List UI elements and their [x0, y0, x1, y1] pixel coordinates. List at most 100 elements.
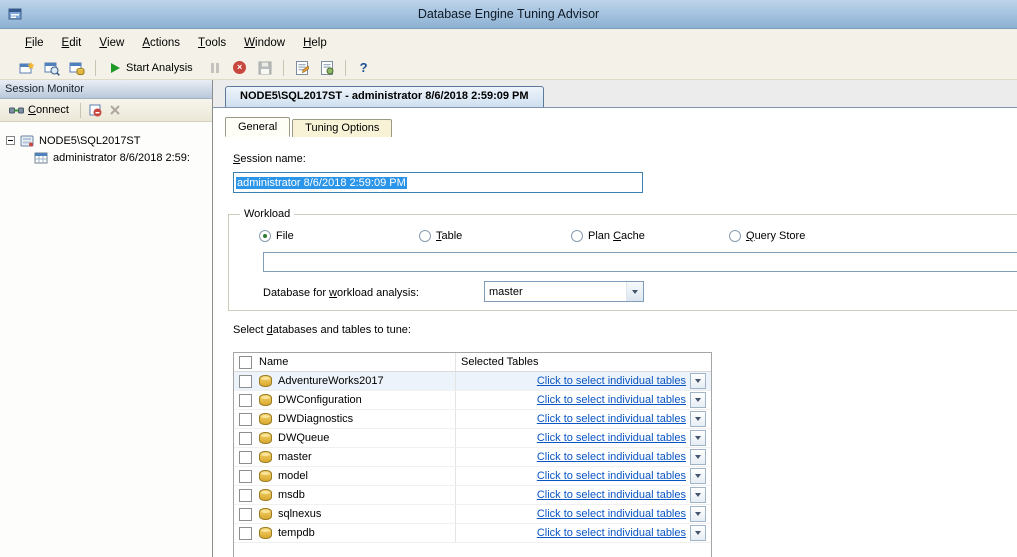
- menu-tools[interactable]: Tools: [189, 29, 235, 56]
- radio-selected-icon: [259, 230, 271, 242]
- collapse-expander-icon[interactable]: [6, 136, 15, 145]
- start-analysis-icon: [111, 63, 120, 73]
- start-analysis-button[interactable]: Start Analysis: [103, 58, 201, 78]
- menu-actions[interactable]: Actions: [133, 29, 189, 56]
- chevron-down-icon: [695, 379, 701, 383]
- table-row[interactable]: msdb Click to select individual tables: [234, 486, 711, 505]
- select-tables-link[interactable]: Click to select individual tables: [537, 508, 686, 520]
- workload-query-store-radio[interactable]: Query Store: [729, 230, 805, 242]
- title-bar[interactable]: Database Engine Tuning Advisor: [0, 0, 1017, 29]
- tables-dropdown-button[interactable]: [690, 487, 706, 503]
- menu-view[interactable]: View: [90, 29, 133, 56]
- export-definition-button[interactable]: [316, 58, 338, 78]
- select-tables-link[interactable]: Click to select individual tables: [537, 451, 686, 463]
- stop-session-button[interactable]: [85, 101, 105, 120]
- tab-tuning-options[interactable]: Tuning Options: [292, 119, 392, 137]
- open-session-icon: [44, 60, 60, 76]
- menu-help[interactable]: Help: [294, 29, 336, 56]
- menu-window[interactable]: Window: [235, 29, 294, 56]
- table-row[interactable]: AdventureWorks2017 Click to select indiv…: [234, 372, 711, 391]
- database-icon: [259, 527, 272, 539]
- select-tables-link[interactable]: Click to select individual tables: [537, 489, 686, 501]
- select-tables-link[interactable]: Click to select individual tables: [537, 432, 686, 444]
- workload-file-button[interactable]: [66, 58, 88, 78]
- menu-edit[interactable]: Edit: [53, 29, 91, 56]
- workload-plan-cache-radio[interactable]: Plan Cache: [571, 230, 645, 242]
- tree-server-node[interactable]: NODE5\SQL2017ST: [0, 132, 212, 149]
- tables-dropdown-button[interactable]: [690, 525, 706, 541]
- stop-session-icon: [88, 103, 102, 117]
- table-row[interactable]: model Click to select individual tables: [234, 467, 711, 486]
- new-session-button[interactable]: [16, 58, 38, 78]
- session-name-input[interactable]: administrator 8/6/2018 2:59:09 PM: [233, 172, 643, 193]
- row-checkbox[interactable]: [239, 413, 252, 426]
- chevron-down-icon: [695, 436, 701, 440]
- open-session-button[interactable]: [41, 58, 63, 78]
- session-monitor-panel: Session Monitor Connect N: [0, 80, 213, 557]
- chevron-down-icon: [695, 531, 701, 535]
- pause-analysis-button[interactable]: [204, 58, 226, 78]
- tables-dropdown-button[interactable]: [690, 373, 706, 389]
- table-row[interactable]: tempdb Click to select individual tables: [234, 524, 711, 543]
- import-definition-button[interactable]: [291, 58, 313, 78]
- app-window: Database Engine Tuning Advisor File Edit…: [0, 0, 1017, 557]
- tree-session-node[interactable]: administrator 8/6/2018 2:59:: [0, 149, 212, 166]
- table-row[interactable]: sqlnexus Click to select individual tabl…: [234, 505, 711, 524]
- tables-dropdown-button[interactable]: [690, 392, 706, 408]
- row-checkbox[interactable]: [239, 527, 252, 540]
- chevron-down-icon: [695, 455, 701, 459]
- radio-query-store-label: Query Store: [746, 230, 805, 242]
- row-checkbox[interactable]: [239, 432, 252, 445]
- tables-dropdown-button[interactable]: [690, 411, 706, 427]
- row-checkbox[interactable]: [239, 394, 252, 407]
- document-tab[interactable]: NODE5\SQL2017ST - administrator 8/6/2018…: [225, 86, 544, 107]
- session-icon: [34, 151, 48, 165]
- row-checkbox[interactable]: [239, 508, 252, 521]
- menu-file[interactable]: File: [16, 29, 53, 56]
- stop-analysis-button[interactable]: ×: [229, 58, 251, 78]
- select-tables-link[interactable]: Click to select individual tables: [537, 375, 686, 387]
- row-checkbox[interactable]: [239, 489, 252, 502]
- row-checkbox[interactable]: [239, 451, 252, 464]
- table-row[interactable]: master Click to select individual tables: [234, 448, 711, 467]
- stop-icon: ×: [233, 61, 246, 74]
- table-row[interactable]: DWDiagnostics Click to select individual…: [234, 410, 711, 429]
- databases-table: Name Selected Tables AdventureWorks2017 …: [233, 352, 712, 557]
- chevron-down-icon: [695, 398, 701, 402]
- menu-bar: File Edit View Actions Tools Window Help: [0, 29, 1017, 56]
- workload-file-input[interactable]: [263, 252, 1017, 272]
- connect-button[interactable]: Connect: [4, 101, 76, 120]
- select-databases-label: Select databases and tables to tune:: [233, 324, 1017, 336]
- select-tables-link[interactable]: Click to select individual tables: [537, 470, 686, 482]
- radio-file-label: File: [276, 230, 294, 242]
- workload-file-radio[interactable]: File: [259, 230, 294, 242]
- tab-strip: General Tuning Options: [225, 117, 1017, 137]
- db-analysis-value: master: [485, 286, 626, 298]
- table-row[interactable]: DWQueue Click to select individual table…: [234, 429, 711, 448]
- row-checkbox[interactable]: [239, 470, 252, 483]
- column-header-name[interactable]: Name: [256, 353, 456, 371]
- select-tables-link[interactable]: Click to select individual tables: [537, 394, 686, 406]
- help-button[interactable]: ?: [353, 58, 375, 78]
- tables-dropdown-button[interactable]: [690, 449, 706, 465]
- table-row[interactable]: DWConfiguration Click to select individu…: [234, 391, 711, 410]
- db-analysis-combobox[interactable]: master: [484, 281, 644, 302]
- tables-dropdown-button[interactable]: [690, 468, 706, 484]
- select-tables-link[interactable]: Click to select individual tables: [537, 413, 686, 425]
- select-tables-link[interactable]: Click to select individual tables: [537, 527, 686, 539]
- column-header-selected-tables[interactable]: Selected Tables: [456, 353, 711, 371]
- toolbar-separator: [95, 60, 96, 76]
- tables-dropdown-button[interactable]: [690, 430, 706, 446]
- session-monitor-header: Session Monitor: [0, 80, 212, 99]
- tables-dropdown-button[interactable]: [690, 506, 706, 522]
- row-checkbox[interactable]: [239, 375, 252, 388]
- save-button[interactable]: [254, 58, 276, 78]
- main-toolbar: Start Analysis × ?: [0, 56, 1017, 80]
- database-name: DWQueue: [278, 432, 329, 444]
- chevron-down-icon: [695, 417, 701, 421]
- combo-dropdown-button[interactable]: [626, 282, 643, 301]
- workload-table-radio[interactable]: Table: [419, 230, 462, 242]
- select-all-checkbox[interactable]: [239, 356, 252, 369]
- delete-session-button[interactable]: [105, 101, 125, 120]
- tab-general[interactable]: General: [225, 117, 290, 137]
